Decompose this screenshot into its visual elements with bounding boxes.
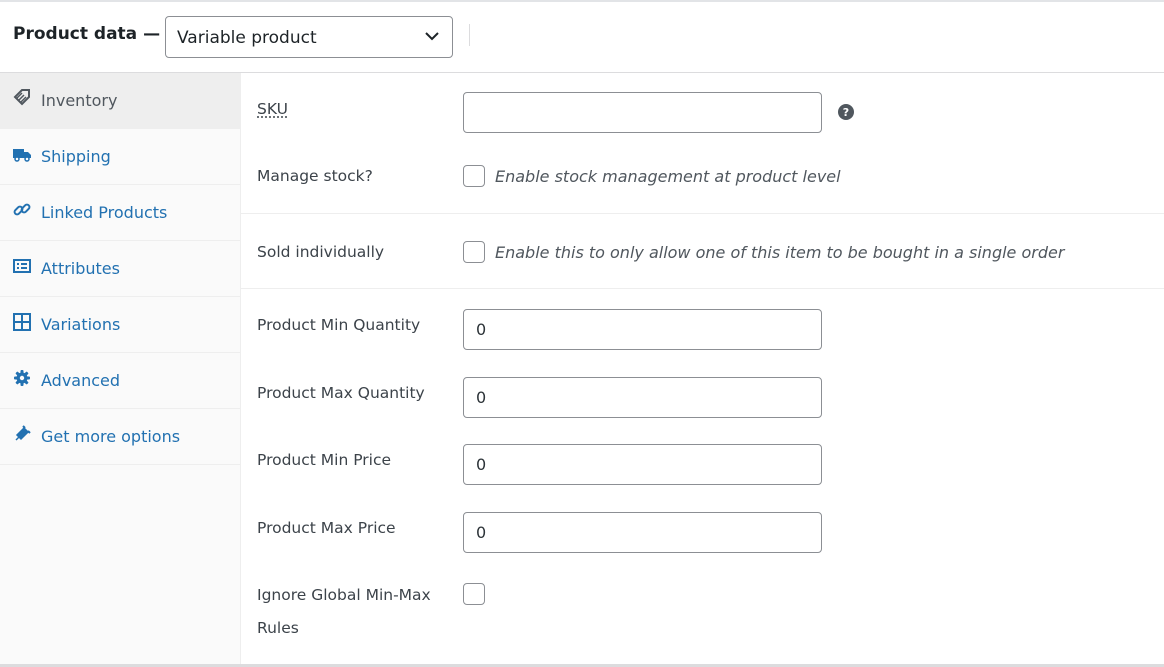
plugin-icon (15, 425, 31, 441)
max-price-label: Product Max Price (257, 519, 396, 537)
inventory-panel: SKU ? Manage stock? Enable stock managem… (241, 73, 1164, 665)
tab-advanced[interactable]: Advanced (0, 353, 240, 409)
tab-label: Linked Products (41, 203, 168, 222)
tab-label: Inventory (41, 91, 118, 110)
truck-icon (13, 149, 31, 162)
manage-stock-label: Manage stock? (257, 167, 373, 185)
section-divider (241, 213, 1164, 214)
header-divider (469, 24, 470, 46)
tab-label: Variations (41, 315, 121, 334)
list-icon (13, 259, 31, 273)
panel-header: Product data — Variable product (0, 2, 1164, 73)
product-data-panel: Product data — Variable product Inventor… (0, 0, 1164, 667)
ignore-rules-checkbox[interactable] (463, 583, 485, 605)
max-quantity-input[interactable] (463, 377, 822, 418)
min-price-label: Product Min Price (257, 451, 392, 469)
panel-title: Product data — (13, 24, 161, 44)
chevron-down-icon (425, 32, 439, 41)
tab-label: Attributes (41, 259, 120, 278)
tab-label: Shipping (41, 147, 111, 166)
help-icon[interactable]: ? (838, 104, 854, 120)
tag-icon (13, 89, 30, 106)
tab-label: Get more options (41, 427, 181, 446)
product-data-tabs: Inventory Shipping Linked Products Attri… (0, 73, 241, 665)
min-price-input[interactable] (463, 444, 822, 485)
manage-stock-description: Enable stock management at product level (495, 167, 841, 186)
max-price-input[interactable] (463, 512, 822, 553)
tab-inventory[interactable]: Inventory (0, 73, 240, 129)
gear-icon (14, 370, 30, 386)
svg-text:?: ? (843, 106, 849, 119)
section-divider (241, 288, 1164, 289)
ignore-rules-label: Ignore Global Min-Max (257, 586, 431, 604)
link-icon (13, 203, 31, 216)
tab-attributes[interactable]: Attributes (0, 241, 240, 297)
tab-label: Advanced (41, 371, 121, 390)
sku-label: SKU (257, 100, 288, 118)
product-type-select[interactable]: Variable product (165, 16, 453, 58)
max-quantity-label: Product Max Quantity (257, 384, 425, 402)
tab-variations[interactable]: Variations (0, 297, 240, 353)
tab-shipping[interactable]: Shipping (0, 129, 240, 185)
sold-individually-description: Enable this to only allow one of this it… (495, 243, 1065, 262)
sold-individually-checkbox[interactable] (463, 241, 485, 263)
ignore-rules-label-line2: Rules (257, 619, 299, 637)
manage-stock-checkbox[interactable] (463, 165, 485, 187)
product-type-value: Variable product (177, 28, 317, 48)
tab-linked-products[interactable]: Linked Products (0, 185, 240, 241)
min-quantity-label: Product Min Quantity (257, 316, 421, 334)
sku-input[interactable] (463, 92, 822, 133)
tab-get-more-options[interactable]: Get more options (0, 409, 240, 465)
min-quantity-input[interactable] (463, 309, 822, 350)
grid-icon (13, 313, 31, 331)
sold-individually-label: Sold individually (257, 243, 385, 261)
